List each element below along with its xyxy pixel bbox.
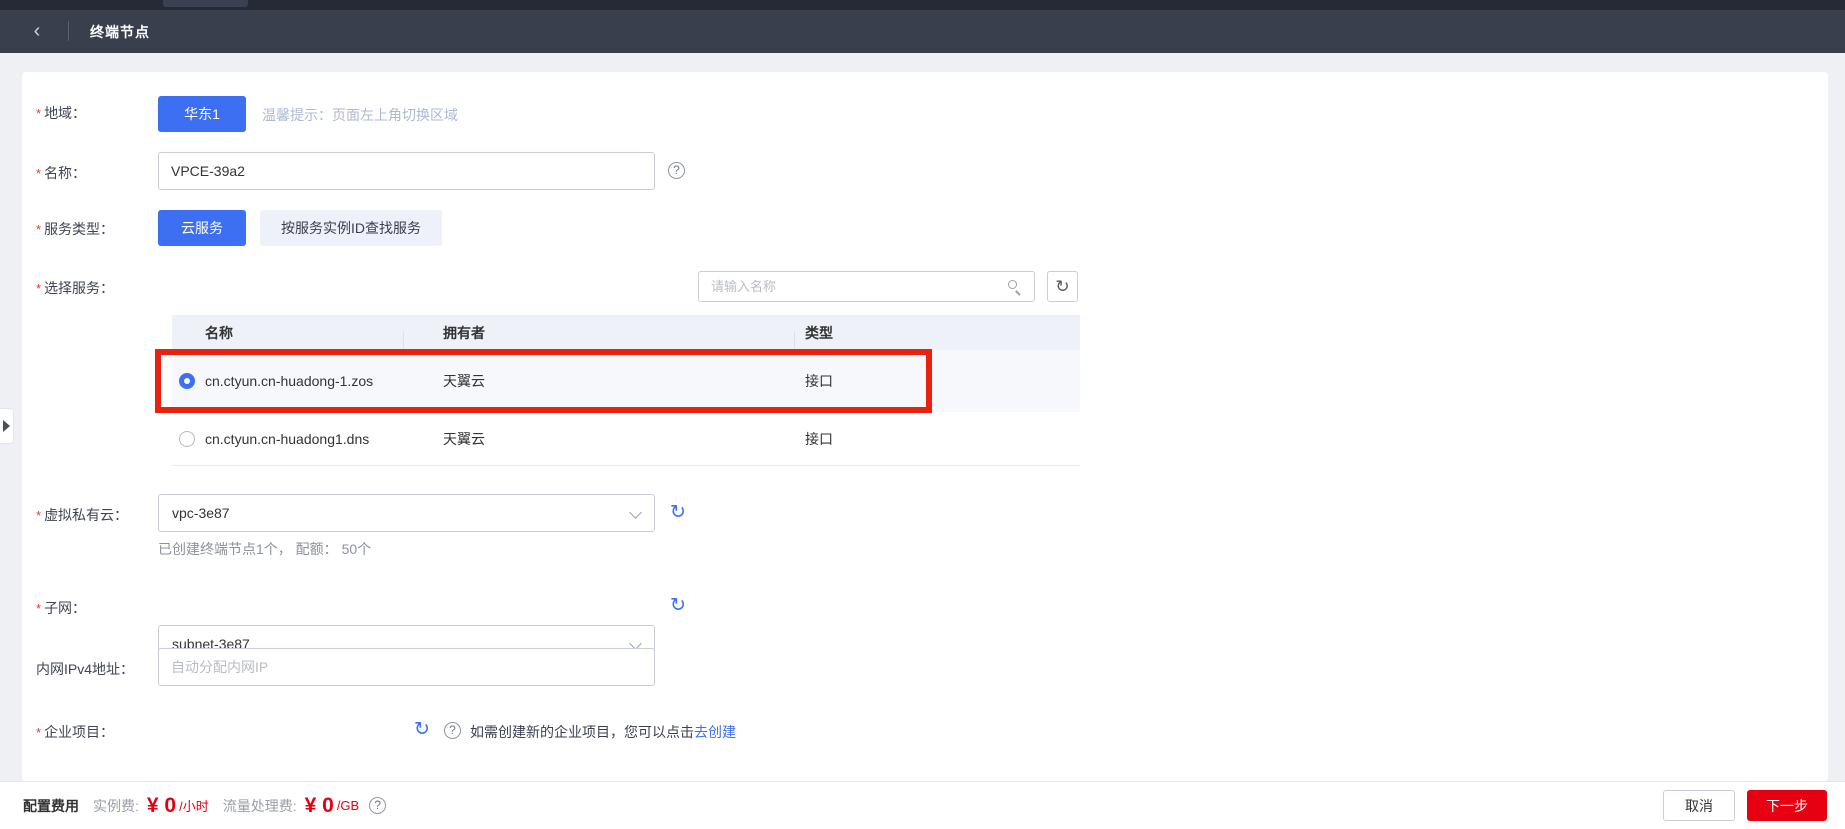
service-owner: 天翼云 — [443, 373, 485, 389]
service-type-cloud-button[interactable]: 云服务 — [158, 210, 246, 246]
vpc-select[interactable]: vpc-3e87 — [158, 494, 655, 532]
region-label: * 地域： — [36, 105, 87, 121]
service-search — [698, 271, 1035, 302]
expand-arrow-icon — [3, 420, 10, 432]
vpc-label: * 虚拟私有云： — [36, 507, 129, 523]
traffic-fee-value: ¥ 0 — [304, 793, 334, 817]
required-mark: * — [36, 281, 42, 296]
enterprise-project-refresh-icon[interactable]: ↻ — [414, 720, 430, 740]
service-row[interactable]: cn.ctyun.cn-huadong1.dns 天翼云 接口 — [172, 412, 1080, 466]
select-service-label: * 选择服务： — [36, 280, 115, 296]
subnet-label: * 子网： — [36, 600, 87, 616]
cost-label: 配置费用 — [23, 797, 79, 814]
service-list-refresh-button[interactable]: ↻ — [1047, 271, 1078, 302]
service-type-cell: 接口 — [805, 430, 833, 447]
region-hint: 温馨提示：页面左上角切换区域 — [262, 107, 458, 123]
traffic-fee-unit: /GB — [336, 798, 360, 813]
service-table: 名称 拥有者 类型 cn.ctyun.cn-huadong-1.zos 天翼云 … — [172, 315, 1080, 466]
ipv4-label: 内网IPv4地址： — [36, 661, 135, 677]
create-project-link[interactable]: 去创建 — [694, 724, 736, 740]
enterprise-project-help-icon[interactable]: ? — [444, 722, 461, 739]
service-type-instance-id-button[interactable]: 按服务实例ID查找服务 — [260, 210, 442, 246]
service-name: cn.ctyun.cn-huadong1.dns — [205, 430, 370, 447]
enterprise-project-label: * 企业项目： — [36, 724, 115, 740]
instance-fee-value: ¥ 0 — [146, 793, 177, 817]
page-title: 终端节点 — [90, 24, 150, 40]
sidebar-expand-handle[interactable] — [0, 408, 14, 444]
vpc-value: vpc-3e87 — [172, 505, 230, 521]
radio-unselected[interactable] — [179, 430, 195, 447]
service-owner: 天翼云 — [443, 430, 485, 447]
vpc-quota-text: 已创建终端节点1个， 配额： 50个 — [158, 541, 372, 557]
traffic-fee-label: 流量处理费: — [222, 797, 297, 814]
name-input[interactable] — [158, 152, 655, 190]
required-mark: * — [36, 725, 42, 740]
service-name: cn.ctyun.cn-huadong-1.zos — [205, 373, 374, 389]
enterprise-project-hint: 如需创建新的企业项目，您可以点击去创建 — [470, 724, 736, 740]
search-icon[interactable] — [1007, 279, 1023, 296]
chevron-down-icon — [629, 506, 642, 519]
name-label: * 名称： — [36, 165, 87, 181]
type-column-header: 类型 — [805, 324, 833, 341]
name-help-icon[interactable]: ? — [668, 162, 685, 179]
endpoint-create-page: ‹ 终端节点 *地域： 华东1 温馨提示：页面左上角切换区域 *名称： ? *服… — [0, 0, 1845, 829]
cancel-button[interactable]: 取消 — [1663, 790, 1735, 821]
tab-remnant — [163, 0, 248, 7]
fee-help-icon[interactable]: ? — [369, 797, 387, 814]
service-search-input[interactable] — [698, 271, 1035, 302]
service-type-cell: 接口 — [805, 373, 833, 389]
ipv4-input[interactable] — [158, 648, 655, 686]
top-header: ‹ 终端节点 — [0, 0, 1845, 53]
required-mark: * — [36, 166, 42, 181]
next-step-button[interactable]: 下一步 — [1747, 790, 1827, 821]
instance-fee-label: 实例费: — [93, 797, 139, 814]
service-type-label: * 服务类型： — [36, 221, 115, 237]
service-row-selected[interactable]: cn.ctyun.cn-huadong-1.zos 天翼云 接口 — [172, 350, 1080, 412]
service-table-header: 名称 拥有者 类型 — [172, 315, 1080, 350]
owner-column-header: 拥有者 — [443, 323, 805, 350]
footer-bar: 配置费用 实例费: ¥ 0 /小时 流量处理费: ¥ 0 /GB ? 取消 下一… — [0, 781, 1845, 829]
vpc-refresh-icon[interactable]: ↻ — [670, 503, 686, 523]
back-icon[interactable]: ‹ — [26, 18, 48, 44]
required-mark: * — [36, 508, 42, 523]
subnet-refresh-icon[interactable]: ↻ — [670, 596, 686, 616]
header-divider — [68, 21, 69, 41]
instance-fee-unit: /小时 — [179, 799, 209, 814]
required-mark: * — [36, 222, 42, 237]
required-mark: * — [36, 601, 42, 616]
required-mark: * — [36, 106, 42, 121]
radio-selected[interactable] — [179, 373, 195, 389]
region-button[interactable]: 华东1 — [158, 96, 246, 132]
form-panel: *地域： 华东1 温馨提示：页面左上角切换区域 *名称： ? *服务类型： 云服… — [22, 72, 1828, 825]
name-column-header: 名称 — [205, 323, 443, 350]
browser-top-strip — [0, 0, 1845, 10]
